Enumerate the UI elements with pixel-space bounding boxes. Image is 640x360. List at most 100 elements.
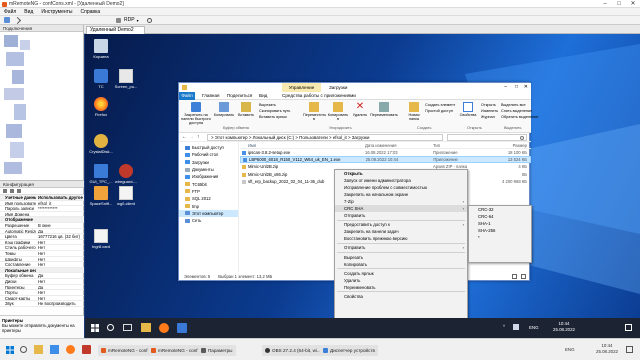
delete-button[interactable]: ✕ Удалить: [349, 102, 371, 118]
file-row-selected[interactable]: LBP6000_6018_R150_V112_W64_uk_EN_1.exe 2…: [240, 156, 531, 164]
nav-quick-access[interactable]: Быстрый доступ: [179, 144, 238, 151]
menu-item-pin-taskbar[interactable]: Закрепить на панели задач: [335, 228, 467, 235]
menu-item-pin-start[interactable]: Закрепить на начальном экране: [335, 191, 467, 198]
tiles-view-icon[interactable]: [521, 274, 526, 279]
connect-icon[interactable]: [4, 17, 10, 23]
nav-tc65bit[interactable]: TC65bit: [179, 180, 238, 187]
open-button[interactable]: Открыть: [481, 103, 496, 108]
desktop-icon-crystaldisk[interactable]: CrystalDisk...: [88, 134, 114, 154]
new-item-button[interactable]: Создать элемент: [425, 103, 455, 108]
up-icon[interactable]: ↑: [197, 134, 200, 140]
menu-tools[interactable]: Инструменты: [37, 8, 76, 16]
manage-tab[interactable]: Управление: [282, 83, 321, 92]
desktop-icon-gui-tpc[interactable]: GUI_TPC_...: [88, 164, 114, 184]
minimize-button[interactable]: –: [504, 84, 507, 90]
tab-remote-demo2[interactable]: Удаленный Demo2: [86, 26, 145, 34]
select-all-button[interactable]: Выделить все: [501, 103, 526, 108]
nav-this-pc[interactable]: Этот компьютер: [179, 209, 238, 217]
connections-tree[interactable]: [0, 32, 84, 180]
details-view-icon[interactable]: [512, 274, 517, 279]
easy-access-button[interactable]: Простой доступ: [425, 109, 453, 114]
taskbar-task-obs[interactable]: OBS 27.2.4 (64-bit, wi...: [262, 345, 324, 356]
menu-item-delete[interactable]: Удалить: [335, 277, 467, 284]
menu-file[interactable]: Файл: [0, 8, 20, 16]
menu-item-run-as-admin[interactable]: Запуск от имени администратора: [335, 177, 467, 184]
search-icon[interactable]: [107, 324, 114, 331]
taskbar-task-mremoteng-1[interactable]: mRemoteNG - conf...: [98, 345, 155, 356]
chevron-up-icon[interactable]: ^: [503, 324, 505, 329]
app-icon[interactable]: [82, 345, 91, 354]
language-indicator[interactable]: ENG: [565, 347, 575, 352]
menu-item-send[interactable]: Отправить: [335, 212, 467, 219]
firefox-icon[interactable]: [159, 323, 169, 333]
nav-sql2012[interactable]: SQL 2012: [179, 195, 238, 202]
menu-item-open[interactable]: Открыть: [335, 170, 467, 177]
category-icon[interactable]: [10, 189, 14, 193]
menu-item-7zip[interactable]: 7-Zip ›: [335, 198, 467, 205]
tab-app-tools[interactable]: Средства работы с приложениями: [282, 92, 356, 100]
protocol-dropdown[interactable]: RDP: [124, 17, 135, 23]
back-icon[interactable]: ←: [182, 134, 187, 140]
file-row[interactable]: ipscan-3.8.2-setup.exe 16.08.2022 17:03 …: [240, 149, 531, 156]
nav-documents[interactable]: Документы: [179, 166, 238, 173]
column-name[interactable]: Имя: [240, 142, 365, 148]
windows-start-icon[interactable]: [6, 346, 14, 354]
paste-shortcut-button[interactable]: Вставить ярлык: [259, 115, 287, 120]
chevron-down-icon[interactable]: ▾: [137, 18, 139, 23]
submenu-item-all[interactable]: *: [469, 234, 531, 241]
nav-network[interactable]: Сеть: [179, 217, 238, 224]
menu-item-rename[interactable]: Переименовать: [335, 284, 467, 291]
menu-help[interactable]: Справка: [77, 8, 105, 16]
menu-item-properties[interactable]: Свойства: [335, 293, 467, 300]
maximize-button[interactable]: □: [612, 0, 626, 8]
tab-view[interactable]: Вид: [259, 92, 267, 100]
tab-share[interactable]: Поделиться: [227, 92, 252, 100]
network-icon[interactable]: [513, 324, 519, 330]
close-button[interactable]: ✕: [626, 0, 640, 8]
move-to-button[interactable]: Переместить в: [303, 102, 326, 121]
submenu-item-crc32[interactable]: CRC-32: [469, 206, 531, 213]
address-bar[interactable]: > Этот компьютер > Локальный диск (C:) >…: [207, 134, 443, 141]
menu-item-crc-sha[interactable]: CRC SHA ›: [335, 205, 467, 213]
search-input[interactable]: [447, 134, 527, 141]
properties-icon[interactable]: [17, 189, 21, 193]
tab-home[interactable]: Главная: [202, 92, 219, 100]
search-icon[interactable]: [20, 346, 27, 353]
copy-to-button[interactable]: Копировать в: [327, 102, 349, 121]
nav-desktop[interactable]: Рабочий стол: [179, 151, 238, 158]
firefox-icon[interactable]: [66, 345, 75, 354]
property-row[interactable]: Звук Не воспроизводить: [0, 301, 84, 307]
paste-button[interactable]: Вставить: [235, 102, 257, 117]
submenu-item-sha256[interactable]: SHA-256: [469, 227, 531, 234]
property-grid[interactable]: Учетные данныеИспользовать другое Имя по…: [0, 195, 84, 307]
search-icon[interactable]: [146, 17, 152, 23]
taskbar-task-device-manager[interactable]: Диспетчер устройств: [320, 345, 378, 356]
submenu-item-sha1[interactable]: SHA-1: [469, 220, 531, 227]
desktop-icon-recycle-bin[interactable]: Корзина: [88, 39, 114, 59]
submenu-item-crc64[interactable]: CRC-64: [469, 213, 531, 220]
nav-tmp[interactable]: tmp: [179, 202, 238, 209]
desktop-icon-wg0-client[interactable]: wg0-client: [113, 186, 139, 206]
file-explorer-icon[interactable]: [141, 323, 151, 332]
menu-item-create-shortcut[interactable]: Создать ярлык: [335, 270, 467, 277]
windows-start-icon[interactable]: [91, 324, 99, 332]
menu-item-cut[interactable]: Вырезать: [335, 254, 467, 261]
nav-ftp[interactable]: FTP: [179, 188, 238, 195]
arrow-icon[interactable]: [13, 16, 22, 24]
select-none-button[interactable]: Снять выделение: [501, 109, 532, 114]
menu-item-troubleshoot[interactable]: Исправление проблем с совместимостью: [335, 184, 467, 191]
nav-downloads[interactable]: Загрузки: [179, 159, 238, 166]
taskbar-task-mremoteng-2[interactable]: mRemoteNG - conf...: [148, 345, 205, 356]
pin-button[interactable]: Закрепить на панели быстрого доступа: [181, 102, 211, 126]
menu-item-copy[interactable]: Копировать: [335, 261, 467, 268]
forward-icon[interactable]: →: [189, 134, 194, 140]
desktop-icon-firefox[interactable]: Firefox: [88, 97, 114, 117]
menu-item-restore-version[interactable]: Восстановить прежнюю версию: [335, 235, 467, 242]
taskbar-task-settings[interactable]: Параметры: [198, 345, 236, 356]
tab-file[interactable]: Файл: [179, 92, 195, 100]
maximize-button[interactable]: □: [515, 84, 518, 90]
copy-button[interactable]: Копировать: [213, 102, 235, 117]
sort-icon[interactable]: [3, 189, 7, 193]
column-size[interactable]: Размер: [490, 142, 530, 148]
menu-item-give-access[interactable]: Предоставить доступ к ›: [335, 221, 467, 228]
